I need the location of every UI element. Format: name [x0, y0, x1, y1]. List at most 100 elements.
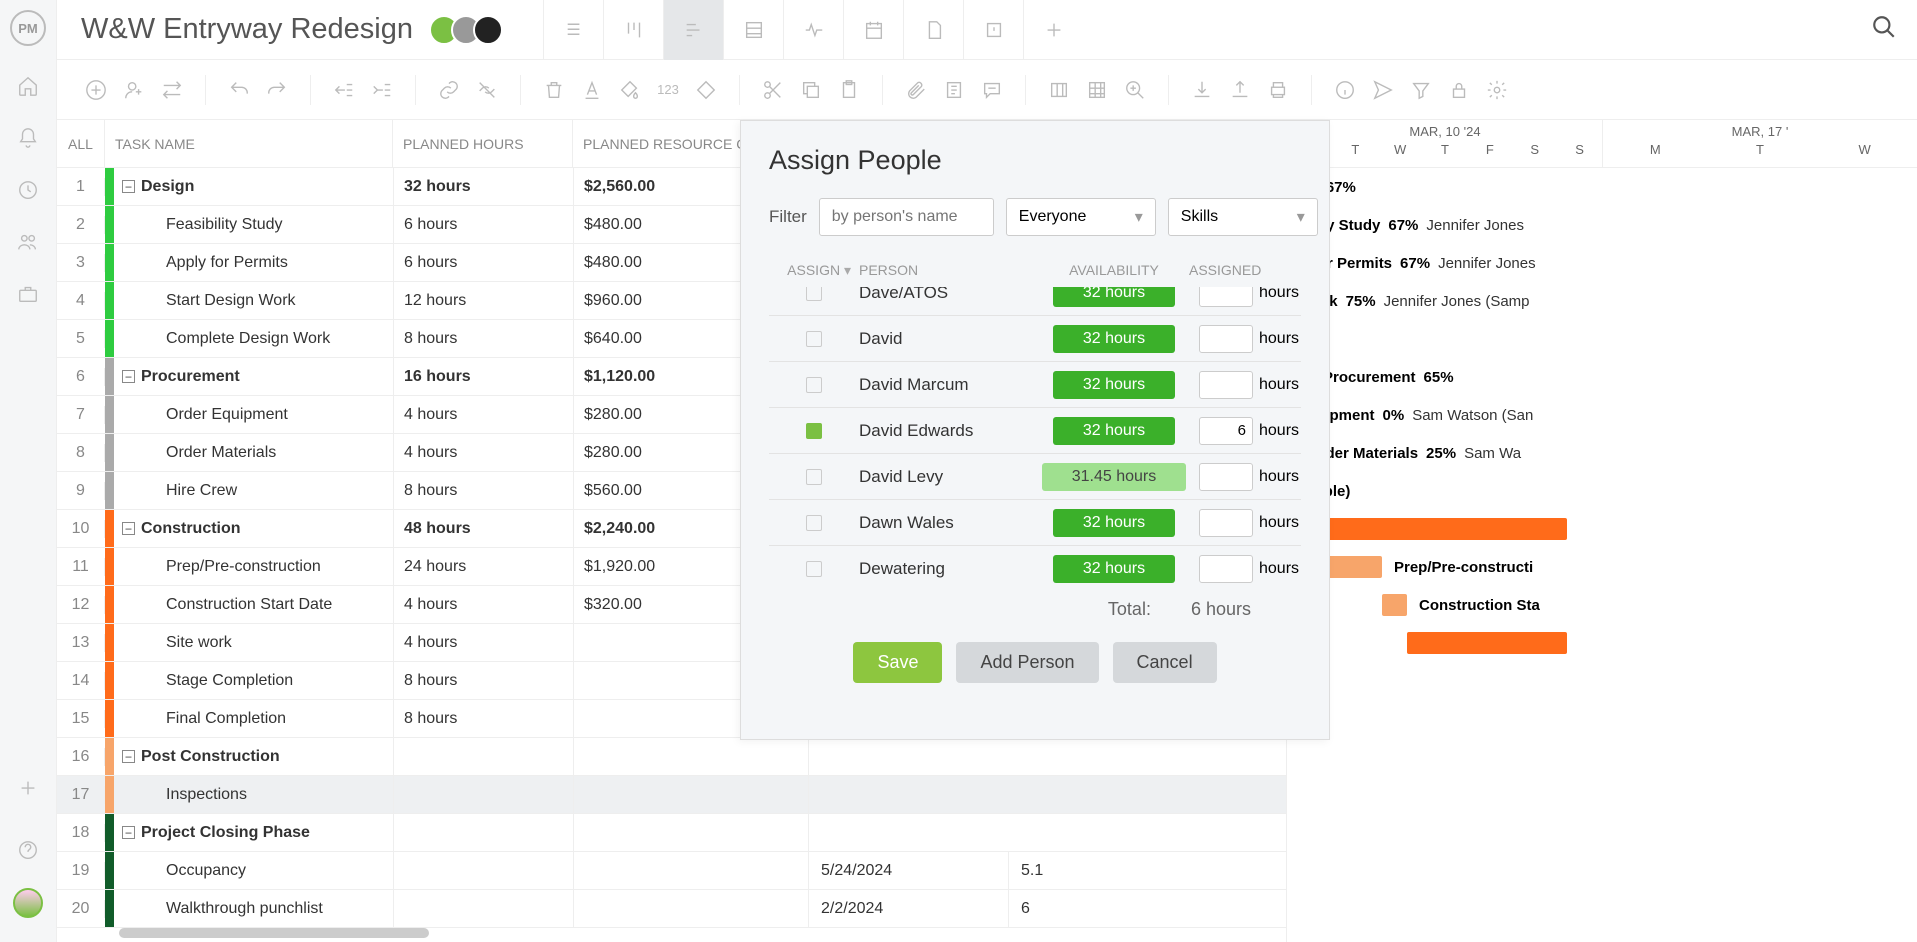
collapse-icon[interactable]: − — [122, 522, 135, 535]
hours-input[interactable] — [1199, 509, 1253, 537]
clock-icon[interactable] — [16, 178, 40, 202]
link-icon[interactable] — [434, 75, 464, 105]
planned-hours-cell[interactable]: 8 hours — [394, 700, 574, 737]
planned-hours-cell[interactable]: 4 hours — [394, 586, 574, 623]
cut-icon[interactable] — [758, 75, 788, 105]
help-icon[interactable] — [16, 838, 40, 862]
columns-icon[interactable] — [1044, 75, 1074, 105]
gantt-row[interactable]: sign67% — [1287, 168, 1917, 206]
horizontal-scrollbar[interactable] — [119, 928, 429, 938]
assign-checkbox[interactable] — [769, 469, 859, 485]
gantt-view-tab[interactable] — [663, 0, 723, 60]
task-row[interactable]: 17Inspections — [57, 776, 1286, 814]
task-row[interactable]: 19Occupancy5/24/20245.1 — [57, 852, 1286, 890]
extra-cell[interactable]: 6 — [1009, 890, 1139, 927]
date-cell[interactable]: 5/24/2024 — [809, 852, 1009, 889]
task-name-cell[interactable]: Complete Design Work — [114, 320, 394, 357]
undo-icon[interactable] — [224, 75, 254, 105]
assign-checkbox[interactable] — [769, 331, 859, 347]
planned-cost-cell[interactable] — [574, 776, 809, 813]
text-color-icon[interactable] — [577, 75, 607, 105]
task-name-cell[interactable]: Stage Completion — [114, 662, 394, 699]
send-icon[interactable] — [1368, 75, 1398, 105]
skills-select[interactable]: Skills▾ — [1168, 198, 1318, 236]
hours-input[interactable] — [1199, 463, 1253, 491]
import-icon[interactable] — [1187, 75, 1217, 105]
col-assign[interactable]: ASSIGN ▾ — [769, 262, 859, 279]
swap-icon[interactable] — [157, 75, 187, 105]
assign-checkbox[interactable] — [769, 377, 859, 393]
comment-icon[interactable] — [977, 75, 1007, 105]
gantt-row[interactable]: Procurement65% — [1287, 358, 1917, 396]
col-availability[interactable]: AVAILABILITY — [1039, 262, 1189, 279]
task-name-cell[interactable]: Inspections — [114, 776, 394, 813]
gantt-row[interactable]: Prep/Pre-constructi — [1287, 548, 1917, 586]
add-icon[interactable] — [16, 776, 40, 800]
planned-hours-cell[interactable]: 32 hours — [394, 168, 574, 205]
planned-cost-cell[interactable] — [574, 852, 809, 889]
gantt-row[interactable]: n Work75%Jennifer Jones (Samp — [1287, 282, 1917, 320]
gear-icon[interactable] — [1482, 75, 1512, 105]
task-name-cell[interactable]: Occupancy — [114, 852, 394, 889]
task-name-cell[interactable]: −Project Closing Phase — [114, 814, 394, 851]
assign-checkbox[interactable] — [769, 287, 859, 301]
task-name-cell[interactable]: −Design — [114, 168, 394, 205]
planned-hours-cell[interactable]: 12 hours — [394, 282, 574, 319]
filter-icon[interactable] — [1406, 75, 1436, 105]
gantt-row[interactable]: r Equipment0%Sam Watson (San — [1287, 396, 1917, 434]
bell-icon[interactable] — [16, 126, 40, 150]
user-avatar[interactable] — [13, 888, 43, 918]
planned-hours-cell[interactable] — [394, 852, 574, 889]
calendar-view-tab[interactable] — [843, 0, 903, 60]
planned-hours-cell[interactable]: 6 hours — [394, 244, 574, 281]
gantt-row[interactable]: sibility Study67%Jennifer Jones — [1287, 206, 1917, 244]
add-task-icon[interactable] — [81, 75, 111, 105]
gantt-row[interactable]: 024 — [1287, 320, 1917, 358]
gantt-row[interactable]: ply for Permits67%Jennifer Jones — [1287, 244, 1917, 282]
planned-hours-cell[interactable] — [394, 776, 574, 813]
planned-hours-cell[interactable]: 8 hours — [394, 320, 574, 357]
gantt-row[interactable]: (Sample) — [1287, 472, 1917, 510]
planned-hours-cell[interactable] — [394, 890, 574, 927]
file-view-tab[interactable] — [903, 0, 963, 60]
planned-hours-cell[interactable]: 16 hours — [394, 358, 574, 395]
home-icon[interactable] — [16, 74, 40, 98]
add-view-tab[interactable] — [1023, 0, 1083, 60]
task-name-cell[interactable]: Feasibility Study — [114, 206, 394, 243]
task-name-cell[interactable]: Hire Crew — [114, 472, 394, 509]
task-row[interactable]: 20Walkthrough punchlist2/2/20246 — [57, 890, 1286, 928]
info-icon[interactable] — [1330, 75, 1360, 105]
task-name-cell[interactable]: Order Equipment — [114, 396, 394, 433]
col-planned-hours[interactable]: PLANNED HOURS — [393, 120, 573, 167]
people-icon[interactable] — [16, 230, 40, 254]
task-bar[interactable] — [1307, 518, 1567, 540]
attachment-icon[interactable] — [901, 75, 931, 105]
lock-icon[interactable] — [1444, 75, 1474, 105]
collapse-icon[interactable]: − — [122, 750, 135, 763]
date-cell[interactable]: 2/2/2024 — [809, 890, 1009, 927]
task-name-cell[interactable]: Site work — [114, 624, 394, 661]
col-all[interactable]: ALL — [57, 120, 105, 167]
task-name-cell[interactable]: Start Design Work — [114, 282, 394, 319]
collapse-icon[interactable]: − — [122, 826, 135, 839]
task-name-cell[interactable]: Walkthrough punchlist — [114, 890, 394, 927]
hours-input[interactable] — [1199, 371, 1253, 399]
gantt-row[interactable]: Construction Sta — [1287, 586, 1917, 624]
risk-view-tab[interactable] — [963, 0, 1023, 60]
extra-cell[interactable]: 5.1 — [1009, 852, 1139, 889]
task-name-cell[interactable]: Apply for Permits — [114, 244, 394, 281]
cancel-button[interactable]: Cancel — [1113, 642, 1217, 683]
gantt-row[interactable] — [1287, 624, 1917, 662]
task-name-cell[interactable]: Order Materials — [114, 434, 394, 471]
print-icon[interactable] — [1263, 75, 1293, 105]
note-icon[interactable] — [939, 75, 969, 105]
planned-hours-cell[interactable]: 8 hours — [394, 472, 574, 509]
fill-icon[interactable] — [615, 75, 645, 105]
paste-icon[interactable] — [834, 75, 864, 105]
save-button[interactable]: Save — [853, 642, 942, 683]
planned-hours-cell[interactable]: 48 hours — [394, 510, 574, 547]
planned-cost-cell[interactable] — [574, 738, 809, 775]
diamond-icon[interactable] — [691, 75, 721, 105]
task-row[interactable]: 16−Post Construction — [57, 738, 1286, 776]
export-icon[interactable] — [1225, 75, 1255, 105]
